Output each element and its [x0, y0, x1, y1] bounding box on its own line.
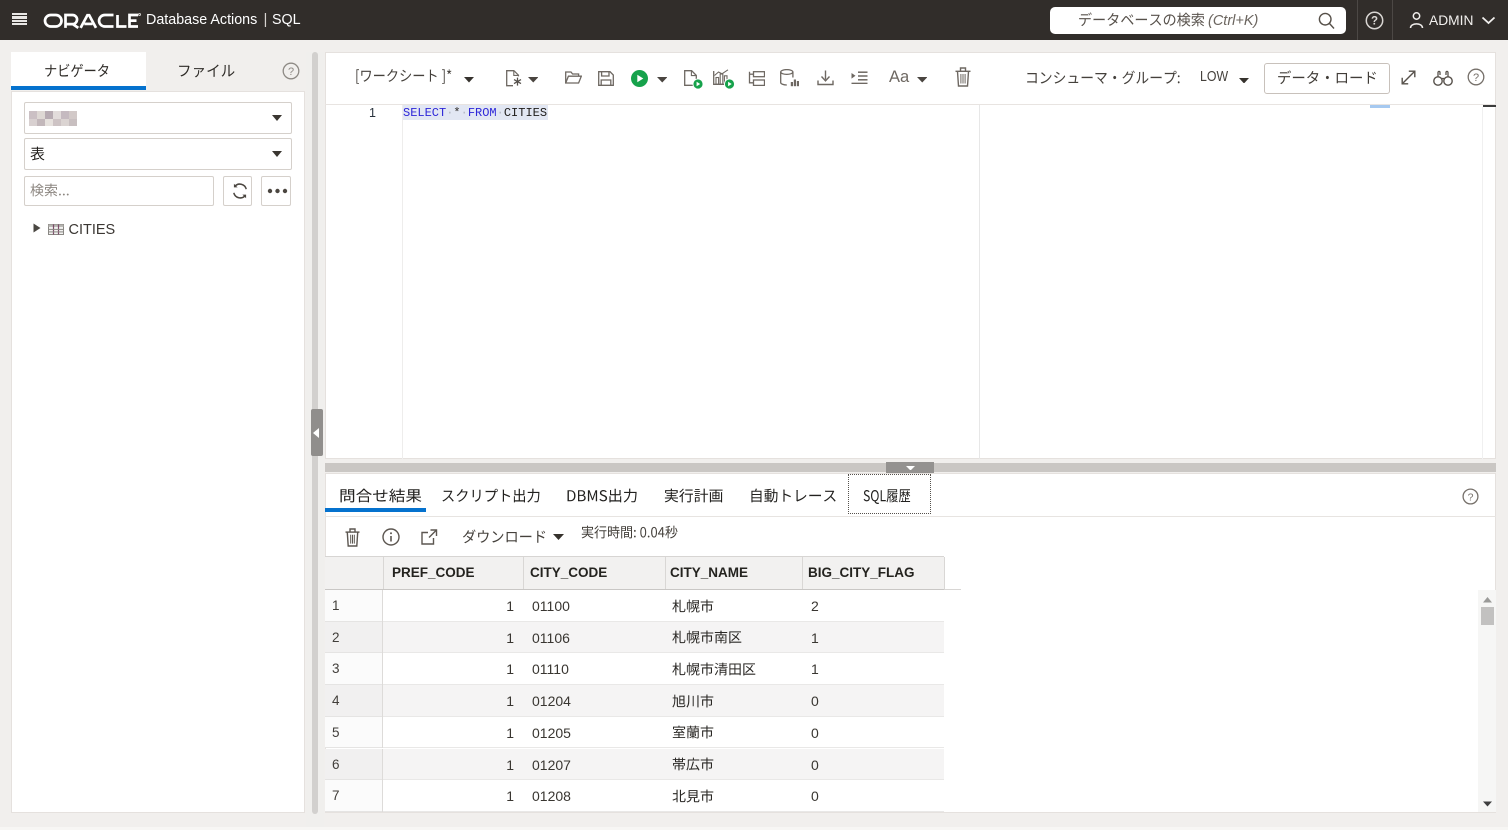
svg-text:?: ?: [1473, 72, 1479, 84]
svg-text:?: ?: [1371, 16, 1378, 28]
svg-text:?: ?: [288, 66, 294, 78]
svg-text:?: ?: [1468, 491, 1474, 503]
